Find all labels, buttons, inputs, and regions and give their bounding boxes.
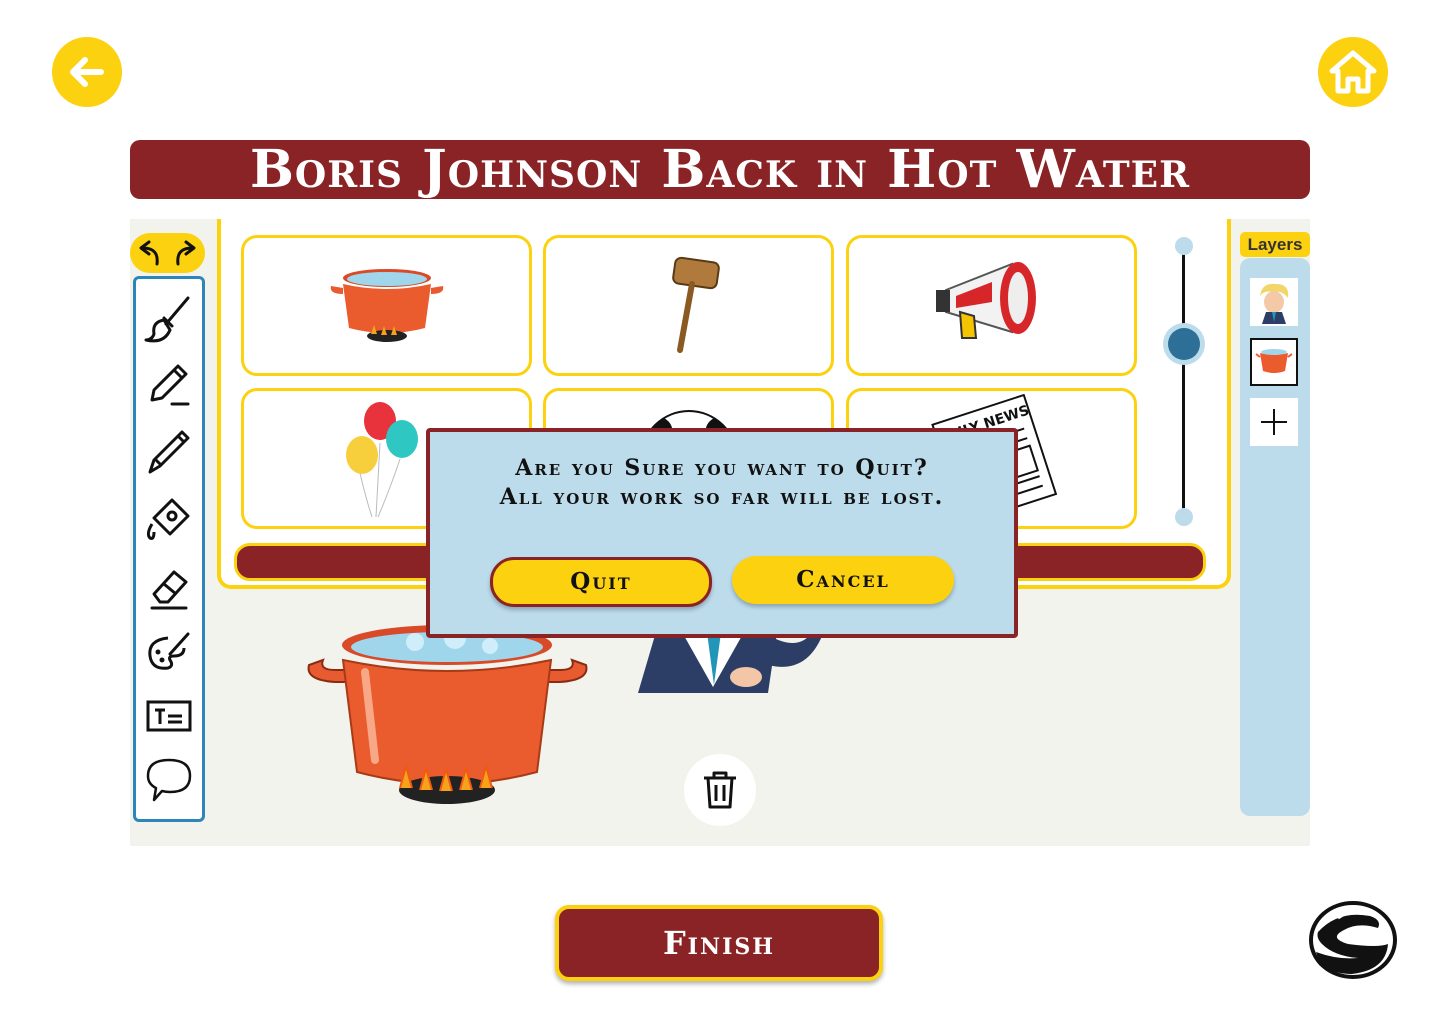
pencil-tool[interactable]: [136, 357, 202, 413]
gavel-sticker[interactable]: [543, 235, 834, 376]
palette-tool[interactable]: [136, 625, 202, 681]
text-box-icon: [146, 700, 192, 732]
boris-thumbnail-icon: [1260, 283, 1289, 324]
dialog-message-line-2: All your work so far will be lost.: [499, 484, 945, 510]
palette-icon: [148, 632, 190, 670]
pencil-icon: [150, 364, 190, 406]
quit-confirmation-dialog: Are you Sure you want to Quit? All your …: [426, 428, 1018, 638]
paintbrush-icon: [144, 296, 190, 343]
megaphone-sticker[interactable]: [846, 235, 1137, 376]
paint-bucket-icon: [146, 498, 190, 540]
eraser-icon: [150, 570, 188, 610]
pen-icon: [148, 430, 190, 474]
balloons-icon: [345, 401, 418, 517]
page-title: Boris Johnson Back in Hot Water: [130, 140, 1310, 199]
cancel-button[interactable]: Cancel: [732, 556, 954, 604]
arrow-left-icon: [70, 57, 104, 87]
finish-button[interactable]: Finish: [555, 905, 883, 981]
add-layer-button[interactable]: [1250, 398, 1298, 446]
back-button[interactable]: [52, 37, 122, 107]
cooking-pot-icon: [330, 268, 443, 342]
size-slider-thumb[interactable]: [1163, 322, 1205, 365]
undo-icon[interactable]: [135, 240, 163, 266]
dialog-message: Are you Sure you want to Quit? All your …: [430, 454, 1014, 512]
speech-bubble-icon: [146, 758, 192, 802]
slider-top-cap: [1175, 237, 1193, 255]
slider-bottom-cap: [1175, 508, 1193, 526]
home-button[interactable]: [1318, 37, 1388, 107]
brand-logo-icon[interactable]: [1308, 900, 1398, 980]
megaphone-icon: [935, 261, 1036, 339]
quit-button[interactable]: Quit: [490, 557, 712, 607]
undo-redo-group: [130, 233, 205, 273]
dialog-message-line-1: Are you Sure you want to Quit?: [515, 455, 929, 481]
pot-thumbnail-icon: [1255, 349, 1293, 373]
delete-button[interactable]: [684, 754, 756, 826]
cooking-pot-sticker[interactable]: [241, 235, 532, 376]
brush-tool[interactable]: [136, 291, 202, 347]
gavel-icon: [671, 256, 720, 353]
pen-tool[interactable]: [136, 423, 202, 479]
layer-pot[interactable]: [1250, 338, 1298, 386]
cooking-pot-canvas-object[interactable]: [305, 620, 590, 815]
home-icon: [1329, 50, 1377, 94]
speech-tool[interactable]: [136, 751, 202, 807]
trash-icon: [704, 771, 736, 809]
plus-icon: [1261, 409, 1287, 435]
text-tool[interactable]: [136, 687, 202, 743]
redo-icon[interactable]: [172, 240, 200, 266]
layer-boris[interactable]: [1250, 278, 1298, 326]
tool-palette: [133, 276, 205, 822]
eraser-tool[interactable]: [136, 559, 202, 615]
layers-label: Layers: [1240, 232, 1310, 257]
size-slider-track[interactable]: [1182, 248, 1185, 516]
layers-panel: [1240, 258, 1310, 816]
fill-tool[interactable]: [136, 491, 202, 547]
